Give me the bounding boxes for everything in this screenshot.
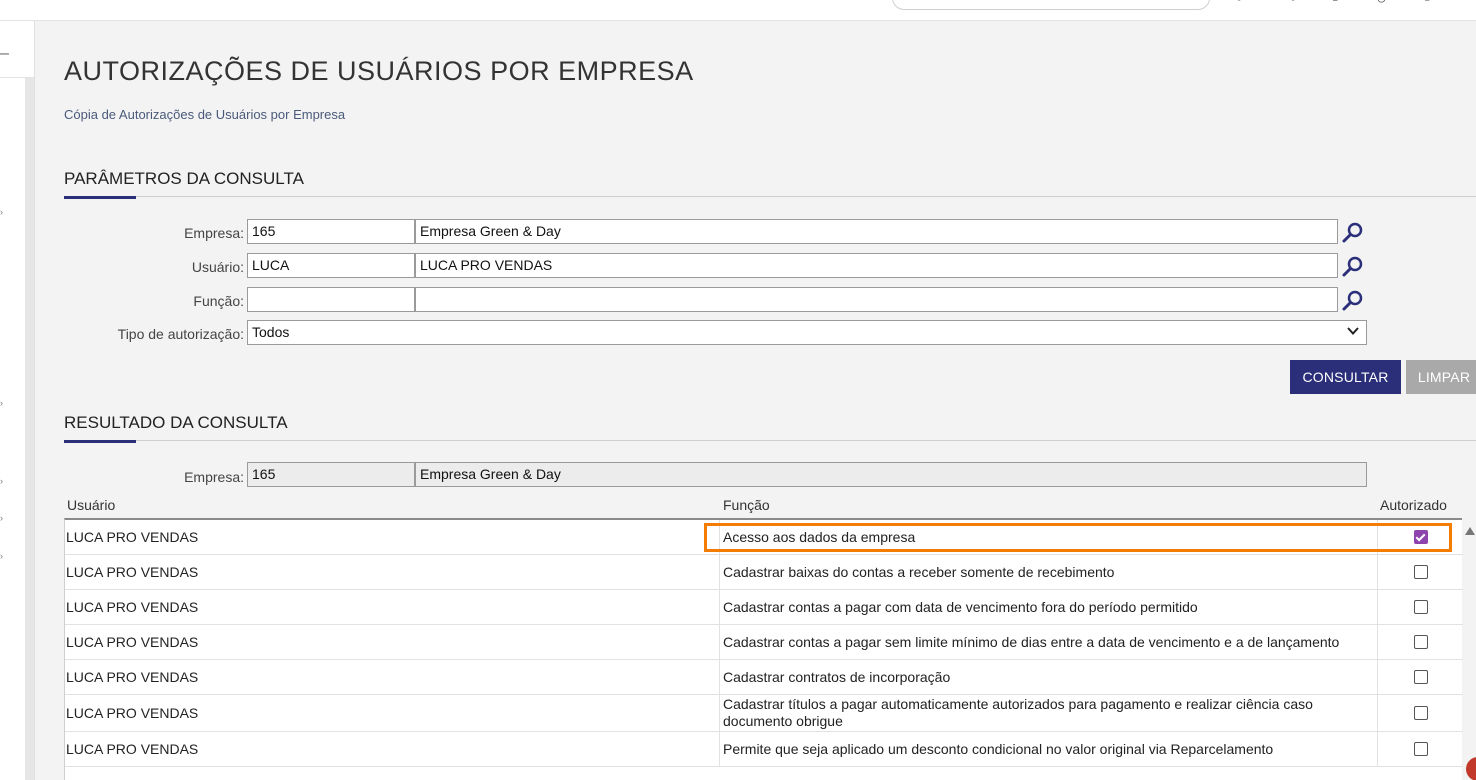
funcao-label: Função: [193, 293, 244, 309]
chevron-down-icon [1347, 327, 1359, 335]
copy-authorizations-link[interactable]: Cópia de Autorizações de Usuários por Em… [64, 107, 345, 122]
help-icon[interactable]: • [1236, 0, 1242, 9]
limpar-button[interactable]: LIMPAR [1406, 360, 1476, 394]
cell-funcao: Cadastrar títulos a pagar automaticament… [720, 695, 1378, 731]
top-bar: • • ▫ ○ ▪ [0, 0, 1476, 21]
table-row[interactable]: LUCA PRO VENDAS Cadastrar baixas do cont… [65, 555, 1463, 590]
cell-autorizado [1378, 732, 1463, 766]
cell-funcao: Cadastrar contratos de incorporação [720, 660, 1378, 694]
user-icon[interactable]: ○ [1376, 0, 1387, 9]
params-section-title: PARÂMETROS DA CONSULTA [64, 169, 304, 188]
cell-funcao: Acesso aos dados da empresa [720, 520, 1378, 554]
global-search-input[interactable] [892, 0, 1210, 10]
funcao-name-input[interactable] [415, 287, 1338, 312]
usuario-name-input[interactable]: LUCA PRO VENDAS [415, 253, 1338, 278]
collapse-menu-icon[interactable]: – [0, 45, 9, 63]
cell-autorizado [1378, 555, 1463, 589]
result-empresa-name: Empresa Green & Day [415, 462, 1367, 487]
authorized-checkbox[interactable] [1413, 742, 1428, 756]
search-icon[interactable] [1341, 254, 1365, 278]
result-empresa-label: Empresa: [184, 469, 244, 485]
table-row[interactable]: LUCA PRO VENDAS Cadastrar contas a pagar… [65, 625, 1463, 660]
section-accent [64, 196, 136, 199]
cell-funcao: Permite que seja aplicado um desconto co… [720, 732, 1378, 766]
column-header-usuario[interactable]: Usuário [67, 497, 115, 513]
table-row[interactable]: LUCA PRO VENDAS Cadastrar títulos a paga… [65, 695, 1463, 732]
table-row[interactable]: LUCA PRO VENDAS Cadastrar contratos de i… [65, 660, 1463, 695]
scroll-up-icon[interactable] [1465, 527, 1475, 535]
search-icon[interactable] [1341, 220, 1365, 244]
result-empresa-code: 165 [247, 462, 415, 487]
cell-usuario: LUCA PRO VENDAS [65, 732, 720, 766]
sidebar-scrollbar[interactable] [25, 78, 34, 780]
section-divider [64, 440, 1476, 441]
cell-funcao: Cadastrar baixas do contas a receber som… [720, 555, 1378, 589]
table-row[interactable]: LUCA PRO VENDAS Cadastrar contas a pagar… [65, 590, 1463, 625]
empresa-name-input[interactable]: Empresa Green & Day [415, 219, 1338, 244]
chevron-right-icon[interactable]: › [0, 551, 3, 561]
result-section-title: RESULTADO DA CONSULTA [64, 413, 288, 432]
table-row[interactable]: LUCA PRO VENDAS Acesso aos dados da empr… [65, 520, 1463, 555]
tipo-autorizacao-value: Todos [252, 324, 290, 340]
cell-usuario: LUCA PRO VENDAS [65, 695, 720, 731]
section-accent [64, 440, 136, 443]
cell-autorizado [1378, 660, 1463, 694]
chevron-right-icon[interactable]: › [0, 398, 3, 408]
column-header-autorizado[interactable]: Autorizado [1380, 497, 1447, 513]
chevron-right-icon[interactable]: › [0, 513, 3, 523]
authorized-checkbox[interactable] [1413, 600, 1428, 614]
table-row[interactable]: LUCA PRO VENDAS Permite que seja aplicad… [65, 732, 1463, 767]
cell-usuario: LUCA PRO VENDAS [65, 625, 720, 659]
empresa-label: Empresa: [184, 225, 244, 241]
chevron-right-icon[interactable]: › [0, 476, 3, 486]
chevron-right-icon[interactable]: › [0, 207, 3, 217]
authorized-checkbox[interactable] [1413, 530, 1428, 544]
table-scrollbar[interactable] [1464, 520, 1476, 780]
tipo-autorizacao-select[interactable]: Todos [247, 320, 1367, 345]
cell-usuario: LUCA PRO VENDAS [65, 590, 720, 624]
cell-funcao: Cadastrar contas a pagar com data de ven… [720, 590, 1378, 624]
authorized-checkbox[interactable] [1413, 635, 1428, 649]
search-icon[interactable] [1341, 288, 1365, 312]
cell-autorizado [1378, 590, 1463, 624]
tipo-autorizacao-label: Tipo de autorização: [117, 326, 244, 342]
empresa-code-input[interactable]: 165 [247, 219, 415, 244]
section-divider [64, 196, 1476, 197]
cell-autorizado [1378, 520, 1463, 554]
cell-autorizado [1378, 695, 1463, 731]
cell-autorizado [1378, 625, 1463, 659]
authorized-checkbox[interactable] [1413, 706, 1428, 720]
funcao-code-input[interactable] [247, 287, 415, 312]
authorized-checkbox[interactable] [1413, 565, 1428, 579]
authorized-checkbox[interactable] [1413, 670, 1428, 684]
usuario-code-input[interactable]: LUCA [247, 253, 415, 278]
column-header-funcao[interactable]: Função [723, 497, 770, 513]
usuario-label: Usuário: [191, 259, 244, 275]
cell-funcao: Cadastrar contas a pagar sem limite míni… [720, 625, 1378, 659]
side-navigation: – › › › › › [0, 21, 35, 780]
consultar-button[interactable]: CONSULTAR [1290, 360, 1401, 394]
cell-usuario: LUCA PRO VENDAS [65, 520, 720, 554]
calendar-icon[interactable]: ▫ [1332, 0, 1338, 9]
cell-usuario: LUCA PRO VENDAS [65, 555, 720, 589]
notification-icon[interactable]: • [1290, 0, 1296, 9]
page-title: AUTORIZAÇÕES DE USUÁRIOS POR EMPRESA [64, 56, 694, 86]
apps-icon[interactable]: ▪ [1424, 0, 1430, 9]
result-table: LUCA PRO VENDAS Acesso aos dados da empr… [64, 518, 1463, 780]
cell-usuario: LUCA PRO VENDAS [65, 660, 720, 694]
